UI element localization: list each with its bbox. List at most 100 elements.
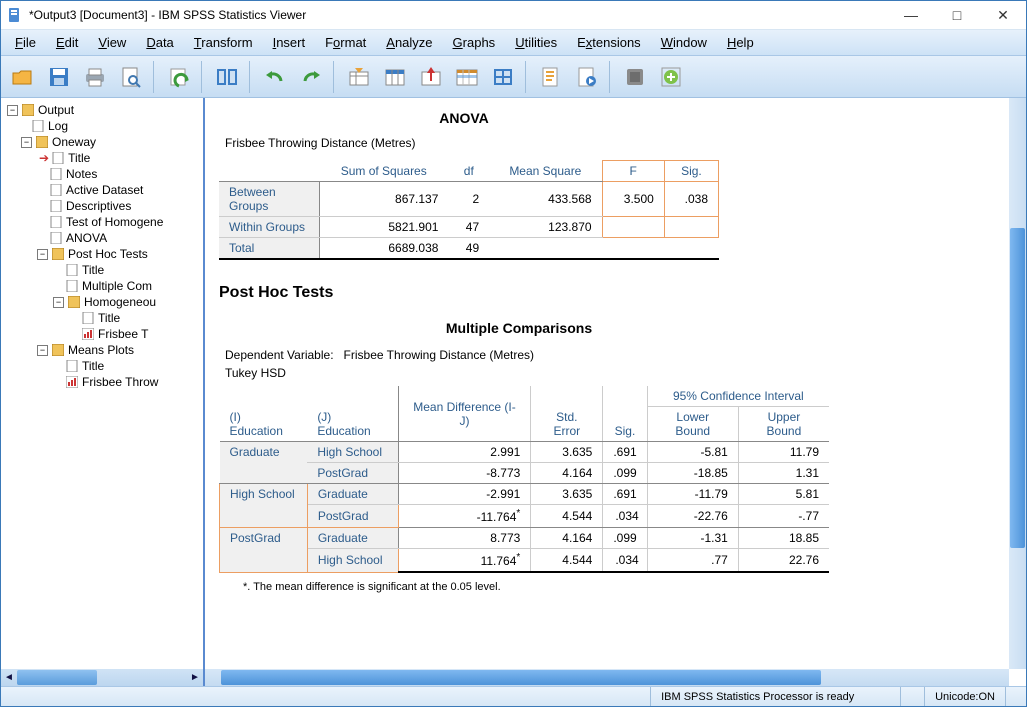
menu-transform[interactable]: Transform — [186, 33, 261, 52]
menu-view[interactable]: View — [90, 33, 134, 52]
outline-hscroll[interactable]: ◄ ► — [1, 669, 203, 686]
collapse-icon[interactable]: − — [37, 345, 48, 356]
menu-graphs[interactable]: Graphs — [445, 33, 504, 52]
tree-title1[interactable]: Title — [68, 151, 90, 165]
print-icon[interactable] — [79, 61, 111, 93]
menu-help[interactable]: Help — [719, 33, 762, 52]
table-icon — [49, 231, 63, 245]
cell: 3.500 — [602, 182, 664, 217]
title-icon — [81, 311, 95, 325]
scroll-thumb[interactable] — [17, 670, 97, 685]
menu-format[interactable]: Format — [317, 33, 374, 52]
tree-frisbee2[interactable]: Frisbee Throw — [82, 375, 158, 389]
menu-data[interactable]: Data — [138, 33, 181, 52]
tree-title2[interactable]: Title — [82, 263, 104, 277]
chart-icon — [81, 327, 95, 341]
recall-icon[interactable] — [163, 61, 195, 93]
tree-log[interactable]: Log — [48, 119, 68, 133]
row-iedu: PostGrad — [220, 528, 308, 573]
folder-icon — [67, 295, 81, 309]
open-icon[interactable] — [7, 61, 39, 93]
tree-active[interactable]: Active Dataset — [66, 183, 143, 197]
collapse-icon[interactable]: − — [7, 105, 18, 116]
cell-sig: .099 — [603, 463, 647, 484]
menu-analyze[interactable]: Analyze — [378, 33, 440, 52]
cell-sig: .099 — [603, 528, 647, 549]
cell: 4.544 — [531, 549, 603, 573]
content-vscroll[interactable] — [1009, 98, 1026, 669]
anova-table: Sum of Squares df Mean Square F Sig. Bet… — [219, 160, 719, 260]
scroll-thumb[interactable] — [221, 670, 821, 685]
tree-title4[interactable]: Title — [82, 359, 104, 373]
cell: 3.635 — [531, 484, 603, 505]
tree-means[interactable]: Means Plots — [68, 343, 134, 357]
close-button[interactable]: ✕ — [980, 1, 1026, 29]
row-jedu: Graduate — [307, 528, 398, 549]
tree-desc[interactable]: Descriptives — [66, 199, 131, 213]
redo-icon[interactable] — [295, 61, 327, 93]
designate-icon[interactable] — [535, 61, 567, 93]
dialog-icon[interactable] — [211, 61, 243, 93]
content-pane: ANOVA Frisbee Throwing Distance (Metres)… — [205, 98, 1026, 686]
toolbar — [1, 56, 1026, 98]
preview-icon[interactable] — [115, 61, 147, 93]
menu-edit[interactable]: Edit — [48, 33, 86, 52]
select-icon[interactable] — [415, 61, 447, 93]
tree-root[interactable]: Output — [38, 103, 74, 117]
split-icon[interactable] — [487, 61, 519, 93]
scroll-left-icon[interactable]: ◄ — [1, 669, 17, 686]
outline-pane[interactable]: −Output Log −Oneway ➔Title Notes Active … — [1, 98, 205, 686]
cell: .77 — [647, 549, 738, 573]
goto-data-icon[interactable] — [343, 61, 375, 93]
tree-homog[interactable]: Test of Homogene — [66, 215, 163, 229]
tree-mult[interactable]: Multiple Com — [82, 279, 152, 293]
content-hscroll[interactable] — [205, 669, 1009, 686]
col-ss: Sum of Squares — [319, 161, 448, 182]
tree-homosub[interactable]: Homogeneou — [84, 295, 156, 309]
cell-sig: .034 — [603, 505, 647, 528]
cell-sig: .691 — [603, 442, 647, 463]
depvar-label: Dependent Variable: — [225, 348, 334, 362]
save-icon[interactable] — [43, 61, 75, 93]
title-icon — [65, 263, 79, 277]
cell: 5.81 — [738, 484, 829, 505]
weight-icon[interactable] — [451, 61, 483, 93]
tree-posthoc[interactable]: Post Hoc Tests — [68, 247, 148, 261]
menu-file[interactable]: File — [7, 33, 44, 52]
tree-frisbee1[interactable]: Frisbee T — [98, 327, 148, 341]
cell: 4.164 — [531, 463, 603, 484]
maximize-button[interactable]: □ — [934, 1, 980, 29]
collapse-icon[interactable]: − — [37, 249, 48, 260]
run-icon[interactable] — [571, 61, 603, 93]
menu-extensions[interactable]: Extensions — [569, 33, 649, 52]
undo-icon[interactable] — [259, 61, 291, 93]
collapse-icon[interactable]: − — [53, 297, 64, 308]
row-iedu: Graduate — [220, 442, 308, 484]
minimize-button[interactable]: — — [888, 1, 934, 29]
scroll-thumb[interactable] — [1010, 228, 1025, 548]
collapse-icon[interactable]: − — [21, 137, 32, 148]
cell: 8.773 — [398, 528, 531, 549]
cell: 2 — [448, 182, 489, 217]
menu-window[interactable]: Window — [653, 33, 715, 52]
app-icon — [7, 7, 23, 23]
tree-oneway[interactable]: Oneway — [52, 135, 96, 149]
output-viewer[interactable]: ANOVA Frisbee Throwing Distance (Metres)… — [205, 98, 1026, 686]
statusbar: IBM SPSS Statistics Processor is ready U… — [1, 686, 1026, 706]
col-meandiff: Mean Difference (I-J) — [398, 386, 531, 442]
tree-anova[interactable]: ANOVA — [66, 231, 107, 245]
outline-tree[interactable]: −Output Log −Oneway ➔Title Notes Active … — [1, 98, 203, 669]
cell: 18.85 — [738, 528, 829, 549]
col-jedu: (J) Education — [307, 386, 398, 442]
variables-icon[interactable] — [379, 61, 411, 93]
scroll-right-icon[interactable]: ► — [187, 669, 203, 686]
menu-utilities[interactable]: Utilities — [507, 33, 565, 52]
add-icon[interactable] — [655, 61, 687, 93]
tree-notes[interactable]: Notes — [66, 167, 97, 181]
row-jedu: High School — [307, 549, 398, 573]
cell: -2.991 — [398, 484, 531, 505]
multcomp-table: (I) Education (J) Education Mean Differe… — [219, 386, 829, 573]
tree-title3[interactable]: Title — [98, 311, 120, 325]
grey-box-icon[interactable] — [619, 61, 651, 93]
menu-insert[interactable]: Insert — [265, 33, 314, 52]
